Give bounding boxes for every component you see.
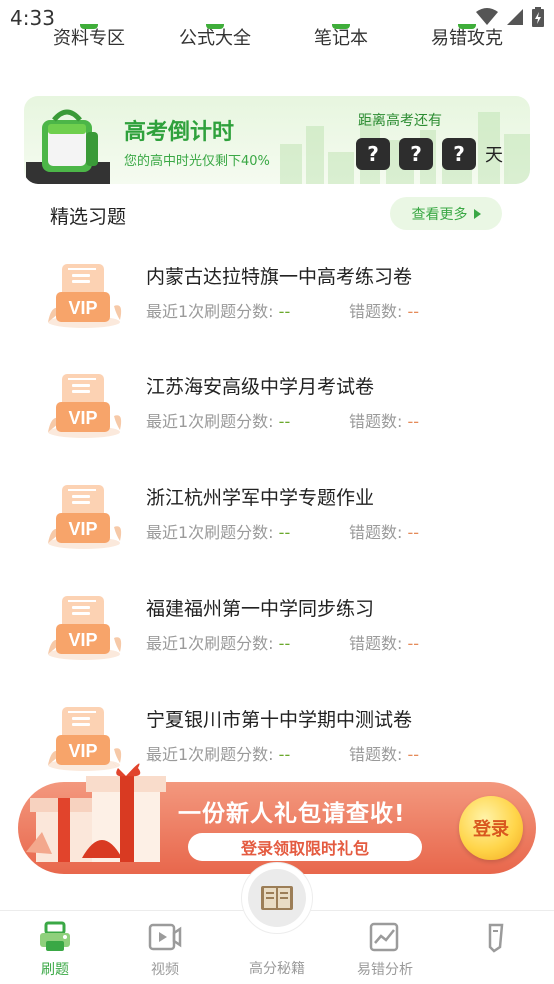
tab-label: 视频	[151, 962, 179, 978]
notebook-icon	[332, 24, 350, 29]
recent-score-value: --	[278, 523, 291, 542]
formulas-icon	[206, 24, 224, 29]
login-button[interactable]: 登录	[459, 796, 523, 860]
quick-nav-item-materials[interactable]: 资料专区	[24, 24, 154, 50]
quick-nav-label: 笔记本	[314, 28, 368, 49]
vip-paper-icon: VIP	[48, 264, 122, 328]
vip-badge-text: VIP	[68, 408, 97, 428]
tab-secrets-disc	[248, 869, 306, 927]
error-count: 错题数: --	[349, 298, 419, 322]
exam-countdown-card[interactable]: 高考倒计时 您的高中时光仅剩下40% 距离高考还有 ? ? ? 天	[24, 96, 530, 184]
view-more-label: 查看更多	[411, 206, 468, 223]
section-title: 精选习题	[50, 206, 127, 228]
recent-score-label: 最近1次刷题分数:	[146, 412, 274, 431]
countdown-title: 高考倒计时	[124, 120, 235, 145]
exercise-item[interactable]: VIP 浙江杭州学军中学专题作业 最近1次刷题分数: -- 错题数: --	[0, 483, 554, 593]
tab-video[interactable]: 视频	[110, 911, 220, 984]
exercise-title: 浙江杭州学军中学专题作业	[146, 487, 375, 509]
countdown-digit: ?	[356, 138, 390, 170]
error-count: 错题数: --	[349, 741, 419, 765]
login-label: 登录	[473, 819, 509, 840]
error-count-value: --	[407, 412, 420, 431]
countdown-digits: ? ? ? 天	[356, 138, 503, 170]
school-bag-icon	[26, 109, 110, 184]
error-count-value: --	[407, 745, 420, 764]
vip-badge-text: VIP	[68, 741, 97, 761]
vip-paper-icon: VIP	[48, 374, 122, 438]
chart-trend-icon	[369, 922, 399, 952]
recent-score-value: --	[278, 745, 291, 764]
recent-score: 最近1次刷题分数: --	[146, 408, 290, 432]
quick-nav-label: 公式大全	[179, 28, 251, 49]
error-count: 错题数: --	[349, 519, 419, 543]
recent-score: 最近1次刷题分数: --	[146, 630, 290, 654]
exercise-title: 内蒙古达拉特旗一中高考练习卷	[146, 266, 413, 288]
vip-badge-text: VIP	[68, 630, 97, 650]
exercise-item[interactable]: VIP 内蒙古达拉特旗一中高考练习卷 最近1次刷题分数: -- 错题数: --	[0, 262, 554, 372]
exercise-title: 福建福州第一中学同步练习	[146, 598, 375, 620]
recent-score-value: --	[278, 634, 291, 653]
vip-badge-text: VIP	[68, 298, 97, 318]
countdown-label: 距离高考还有	[358, 113, 442, 129]
view-more-button[interactable]: 查看更多	[390, 197, 502, 230]
printer-icon	[40, 921, 70, 951]
recent-score: 最近1次刷题分数: --	[146, 298, 290, 322]
quick-nav-label: 资料专区	[53, 28, 125, 49]
tab-profile[interactable]	[440, 911, 550, 984]
tab-label: 易错分析	[357, 962, 413, 978]
recent-score-label: 最近1次刷题分数:	[146, 302, 274, 321]
promo-title: 一份新人礼包请查收!	[178, 801, 406, 827]
countdown-unit: 天	[485, 145, 503, 166]
countdown-subtitle: 您的高中时光仅剩下40%	[124, 154, 270, 169]
error-count-label: 错题数:	[349, 634, 403, 653]
error-count-label: 错题数:	[349, 745, 403, 764]
promo-subtitle: 登录领取限时礼包	[240, 839, 369, 858]
exercise-title: 江苏海安高级中学月考试卷	[146, 376, 375, 398]
error-count-value: --	[407, 523, 420, 542]
book-icon	[261, 886, 293, 910]
exercise-title: 宁夏银川市第十中学期中测试卷	[146, 709, 413, 731]
error-count: 错题数: --	[349, 408, 419, 432]
countdown-digit: ?	[399, 138, 433, 170]
recent-score-label: 最近1次刷题分数:	[146, 523, 274, 542]
error-count-value: --	[407, 634, 420, 653]
quick-nav: 资料专区 公式大全 笔记本 易错攻克	[0, 0, 554, 60]
exercise-item[interactable]: VIP 福建福州第一中学同步练习 最近1次刷题分数: -- 错题数: --	[0, 594, 554, 704]
gift-box-icon	[26, 763, 166, 862]
bookmark-pen-icon	[488, 923, 504, 953]
quick-nav-item-mistakes[interactable]: 易错攻克	[402, 24, 532, 50]
recent-score: 最近1次刷题分数: --	[146, 519, 290, 543]
recent-score-value: --	[278, 412, 291, 431]
play-arrow-icon	[473, 208, 481, 219]
vip-paper-icon: VIP	[48, 596, 122, 660]
vip-paper-icon: VIP	[48, 485, 122, 549]
tab-practice[interactable]: 刷题	[0, 911, 110, 984]
error-count-value: --	[407, 302, 420, 321]
vip-badge-text: VIP	[68, 519, 97, 539]
error-count-label: 错题数:	[349, 412, 403, 431]
recent-score-value: --	[278, 302, 291, 321]
video-icon	[148, 923, 182, 951]
exercise-item[interactable]: VIP 江苏海安高级中学月考试卷 最近1次刷题分数: -- 错题数: --	[0, 372, 554, 482]
tab-error-analysis[interactable]: 易错分析	[330, 911, 440, 984]
quick-nav-item-notebook[interactable]: 笔记本	[276, 24, 406, 50]
error-count-label: 错题数:	[349, 523, 403, 542]
countdown-digit: ?	[442, 138, 476, 170]
materials-icon	[80, 24, 98, 29]
error-count: 错题数: --	[349, 630, 419, 654]
error-count-label: 错题数:	[349, 302, 403, 321]
tab-label: 刷题	[41, 962, 69, 978]
quick-nav-item-formulas[interactable]: 公式大全	[150, 24, 280, 50]
quick-nav-label: 易错攻克	[431, 28, 503, 49]
recent-score-label: 最近1次刷题分数:	[146, 634, 274, 653]
tab-label: 高分秘籍	[249, 961, 305, 977]
mistakes-icon	[458, 24, 476, 29]
promo-subtitle-pill[interactable]: 登录领取限时礼包	[188, 833, 422, 861]
